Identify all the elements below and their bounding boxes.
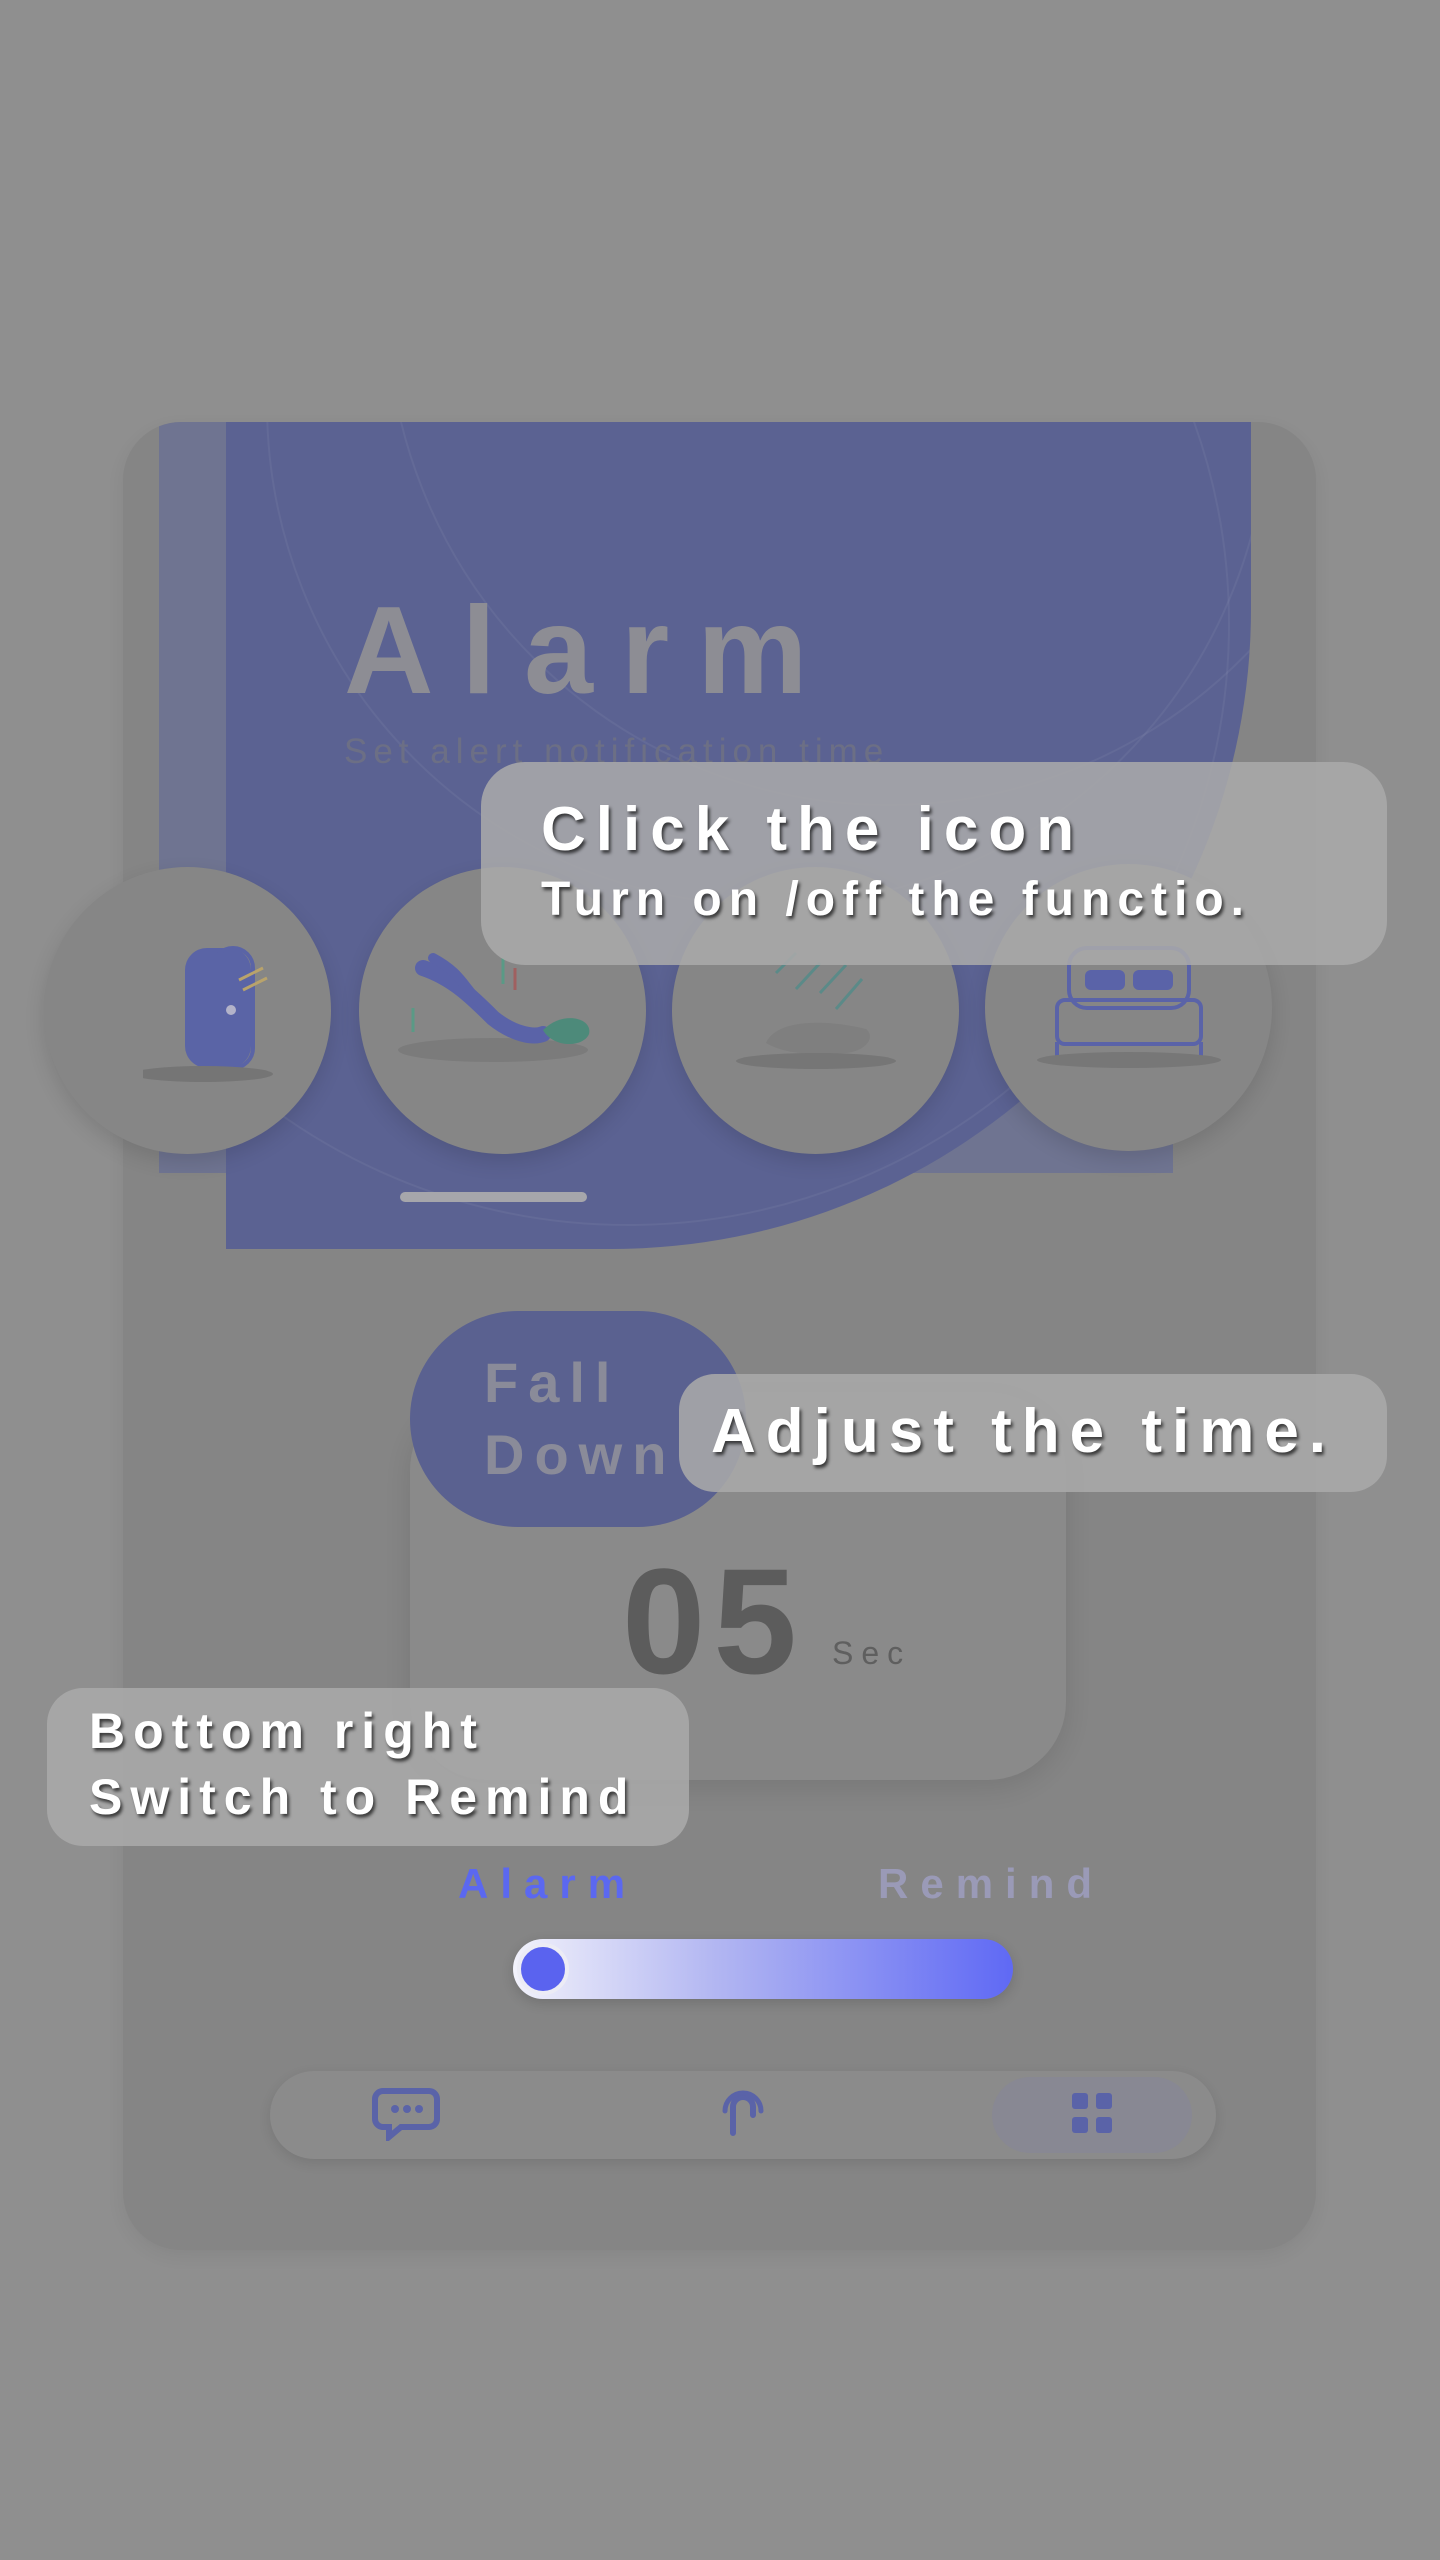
tip-click-icon: Click the icon Turn on /off the functio.: [481, 762, 1387, 965]
function-door[interactable]: [44, 867, 331, 1154]
tip-adjust-time-line1: Adjust the time.: [711, 1397, 1337, 1466]
mode-toggle-slider[interactable]: [513, 1939, 1013, 1999]
tip-switch-remind: Bottom right Switch to Remind: [47, 1688, 689, 1846]
nav-chat[interactable]: [306, 2077, 506, 2153]
slider-knob[interactable]: [517, 1943, 569, 1995]
carousel-indicator: [400, 1192, 587, 1202]
page-title: Alarm: [344, 582, 836, 720]
door-icon: [132, 928, 293, 1093]
selected-function-label: Fall Down: [484, 1351, 677, 1486]
touch-icon: [719, 2085, 767, 2146]
tip-adjust-time: Adjust the time.: [679, 1374, 1387, 1492]
tip-switch-remind-line2: Switch to Remind: [89, 1769, 637, 1825]
nav-grid[interactable]: [992, 2077, 1192, 2153]
tip-switch-remind-line1: Bottom right: [89, 1703, 485, 1759]
tip-click-icon-line2: Turn on /off the functio.: [541, 873, 1251, 926]
timer-value[interactable]: 05: [622, 1536, 805, 1706]
mode-remind-label[interactable]: Remind: [878, 1860, 1104, 1908]
tip-click-icon-line1: Click the icon: [541, 795, 1085, 864]
timer-unit: Sec: [832, 1635, 912, 1671]
chat-icon: [371, 2085, 441, 2146]
bottom-nav: [270, 2071, 1216, 2159]
nav-touch[interactable]: [643, 2077, 843, 2153]
mode-alarm-label[interactable]: Alarm: [458, 1860, 637, 1908]
grid-icon: [1070, 2091, 1114, 2140]
